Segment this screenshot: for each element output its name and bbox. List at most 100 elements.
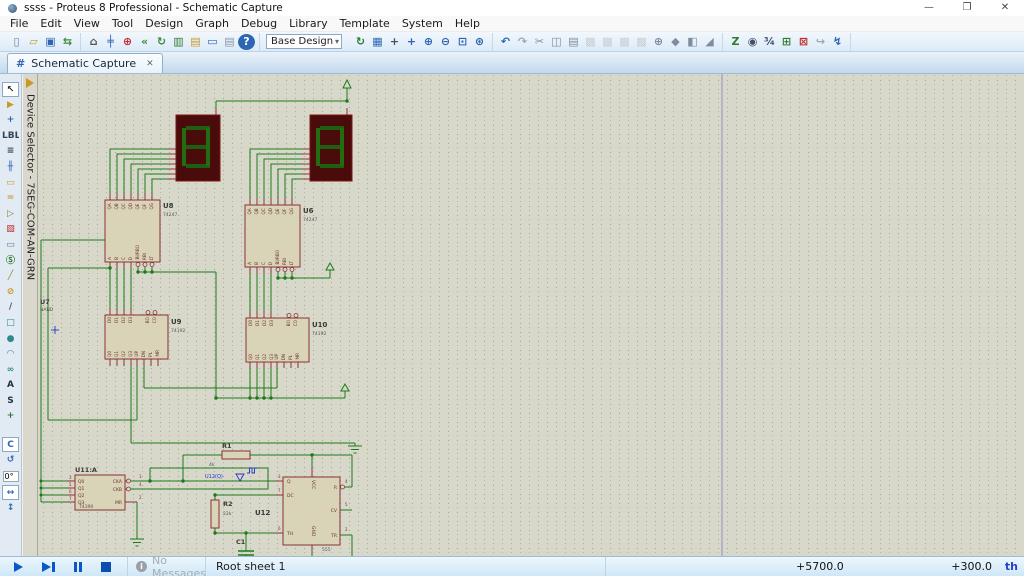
2d-arc-mode[interactable]: ◠ — [2, 347, 19, 362]
new-design[interactable]: ▯ — [8, 34, 25, 50]
new-root-sheet[interactable]: ⊞ — [778, 34, 795, 50]
device-selector-panel[interactable]: Device Selector - 7SEG-COM-AN-GRN — [22, 74, 38, 556]
redo[interactable]: ↷ — [514, 34, 531, 50]
2d-symbol-mode[interactable]: S — [2, 394, 19, 409]
paste[interactable]: ▤ — [565, 34, 582, 50]
component-u9[interactable] — [105, 315, 168, 359]
refresh-view[interactable]: ↻ — [352, 34, 369, 50]
toggle-grid[interactable]: ▦ — [369, 34, 386, 50]
block-copy[interactable]: ▩ — [582, 34, 599, 50]
undo[interactable]: ↶ — [497, 34, 514, 50]
menu-item[interactable]: Graph — [189, 17, 235, 30]
component-r2[interactable] — [211, 500, 219, 528]
copy[interactable]: ◫ — [548, 34, 565, 50]
menu-item[interactable]: Edit — [34, 17, 67, 30]
tab-close-icon[interactable]: ✕ — [146, 59, 154, 69]
menu-item[interactable]: Design — [139, 17, 189, 30]
design-explorer[interactable]: ▥ — [170, 34, 187, 50]
property-assignment[interactable]: ¾ — [761, 34, 778, 50]
block-rotate[interactable]: ▩ — [616, 34, 633, 50]
component-u10[interactable] — [246, 318, 309, 362]
make-device[interactable]: ◆ — [667, 34, 684, 50]
junction-dot-mode[interactable]: + — [2, 113, 19, 128]
block-move[interactable]: ▩ — [599, 34, 616, 50]
component-mode[interactable]: ▶ — [2, 98, 19, 113]
project-notes[interactable]: ▤ — [187, 34, 204, 50]
help[interactable]: ? — [238, 34, 255, 50]
menu-item[interactable]: File — [4, 17, 34, 30]
stop-button[interactable] — [101, 562, 111, 572]
decompose[interactable]: ◢ — [701, 34, 718, 50]
close-button[interactable]: ✕ — [986, 0, 1024, 16]
zoom-out[interactable]: ⊖ — [437, 34, 454, 50]
generator-mode[interactable]: Ⓢ — [2, 254, 19, 269]
menu-item[interactable]: Help — [449, 17, 486, 30]
false-origin[interactable]: + — [386, 34, 403, 50]
pan-center[interactable]: + — [403, 34, 420, 50]
component-r1[interactable] — [222, 451, 250, 459]
component-u6[interactable] — [245, 205, 300, 267]
menu-item[interactable]: Debug — [235, 17, 283, 30]
2d-path-mode[interactable]: ∞ — [2, 363, 19, 378]
zoom-in[interactable]: ⊕ — [420, 34, 437, 50]
2d-line-mode[interactable]: / — [2, 300, 19, 315]
minimize-button[interactable]: — — [910, 0, 948, 16]
exit-to-parent[interactable]: ↪ — [812, 34, 829, 50]
wire-autorouter[interactable]: Z — [727, 34, 744, 50]
x-mirror[interactable]: ↔ — [2, 485, 19, 500]
menu-item[interactable]: Tool — [106, 17, 139, 30]
2d-text-mode[interactable]: A — [2, 378, 19, 393]
menu-item[interactable]: View — [68, 17, 106, 30]
rotate-clockwise[interactable]: C — [2, 437, 19, 452]
design-combo[interactable]: Base Design ▾ — [266, 34, 342, 49]
electrical-rule-check[interactable]: ↯ — [829, 34, 846, 50]
bill-of-materials[interactable]: ▭ — [204, 34, 221, 50]
tape-recorder-mode[interactable]: ▭ — [2, 238, 19, 253]
rotation-angle-field[interactable] — [3, 471, 19, 482]
block-delete[interactable]: ▩ — [633, 34, 650, 50]
y-mirror[interactable]: ↕ — [2, 501, 19, 516]
new-sheet[interactable]: ╪ — [102, 34, 119, 50]
subcircuit-mode[interactable]: ▭ — [2, 176, 19, 191]
menu-item[interactable]: Template — [334, 17, 396, 30]
current-probe-mode[interactable]: ⊘ — [2, 285, 19, 300]
zoom-area[interactable]: ⊡ — [454, 34, 471, 50]
open-design[interactable]: ▱ — [25, 34, 42, 50]
2d-marker-mode[interactable]: + — [2, 409, 19, 424]
packaging-tool[interactable]: ◧ — [684, 34, 701, 50]
cut[interactable]: ✂ — [531, 34, 548, 50]
pause-button[interactable] — [74, 562, 83, 572]
markup-origin[interactable]: ⊕ — [119, 34, 136, 50]
text-script-mode[interactable]: ≡ — [2, 144, 19, 159]
rotate-anticlockwise[interactable]: ↺ — [2, 453, 19, 468]
schematic-drawing[interactable]: U8 74247 U6 74247 U9 74192 U10 74192 U7 … — [0, 74, 1024, 556]
maximize-button[interactable]: ❐ — [948, 0, 986, 16]
step-button[interactable] — [42, 562, 55, 572]
seven-seg-display-2[interactable] — [310, 115, 352, 181]
search-and-tag[interactable]: ◉ — [744, 34, 761, 50]
tab-schematic-capture[interactable]: # Schematic Capture ✕ — [7, 53, 163, 73]
terminals-mode[interactable]: = — [2, 191, 19, 206]
2d-box-mode[interactable]: □ — [2, 316, 19, 331]
previous-sheet[interactable]: « — [136, 34, 153, 50]
voltage-probe[interactable] — [236, 468, 257, 481]
2d-circle-mode[interactable]: ● — [2, 332, 19, 347]
save-design[interactable]: ▣ — [42, 34, 59, 50]
home-page[interactable]: ⌂ — [85, 34, 102, 50]
property-report[interactable]: ▤ — [221, 34, 238, 50]
play-button[interactable] — [14, 562, 23, 572]
buses-mode[interactable]: ╫ — [2, 160, 19, 175]
graph-mode[interactable]: ▧ — [2, 222, 19, 237]
import-project[interactable]: ⇆ — [59, 34, 76, 50]
seven-seg-display-1[interactable] — [176, 115, 220, 181]
menu-item[interactable]: Library — [283, 17, 333, 30]
remove-sheet[interactable]: ⊠ — [795, 34, 812, 50]
menu-item[interactable]: System — [396, 17, 449, 30]
wire-label-mode[interactable]: LBL — [2, 129, 19, 144]
device-pins-mode[interactable]: ▷ — [2, 207, 19, 222]
component-u8[interactable] — [105, 200, 160, 262]
redraw-display[interactable]: ↻ — [153, 34, 170, 50]
voltage-probe-mode[interactable]: ╱ — [2, 269, 19, 284]
pick-parts[interactable]: ⊕ — [650, 34, 667, 50]
selection-mode[interactable]: ↖ — [2, 82, 19, 97]
